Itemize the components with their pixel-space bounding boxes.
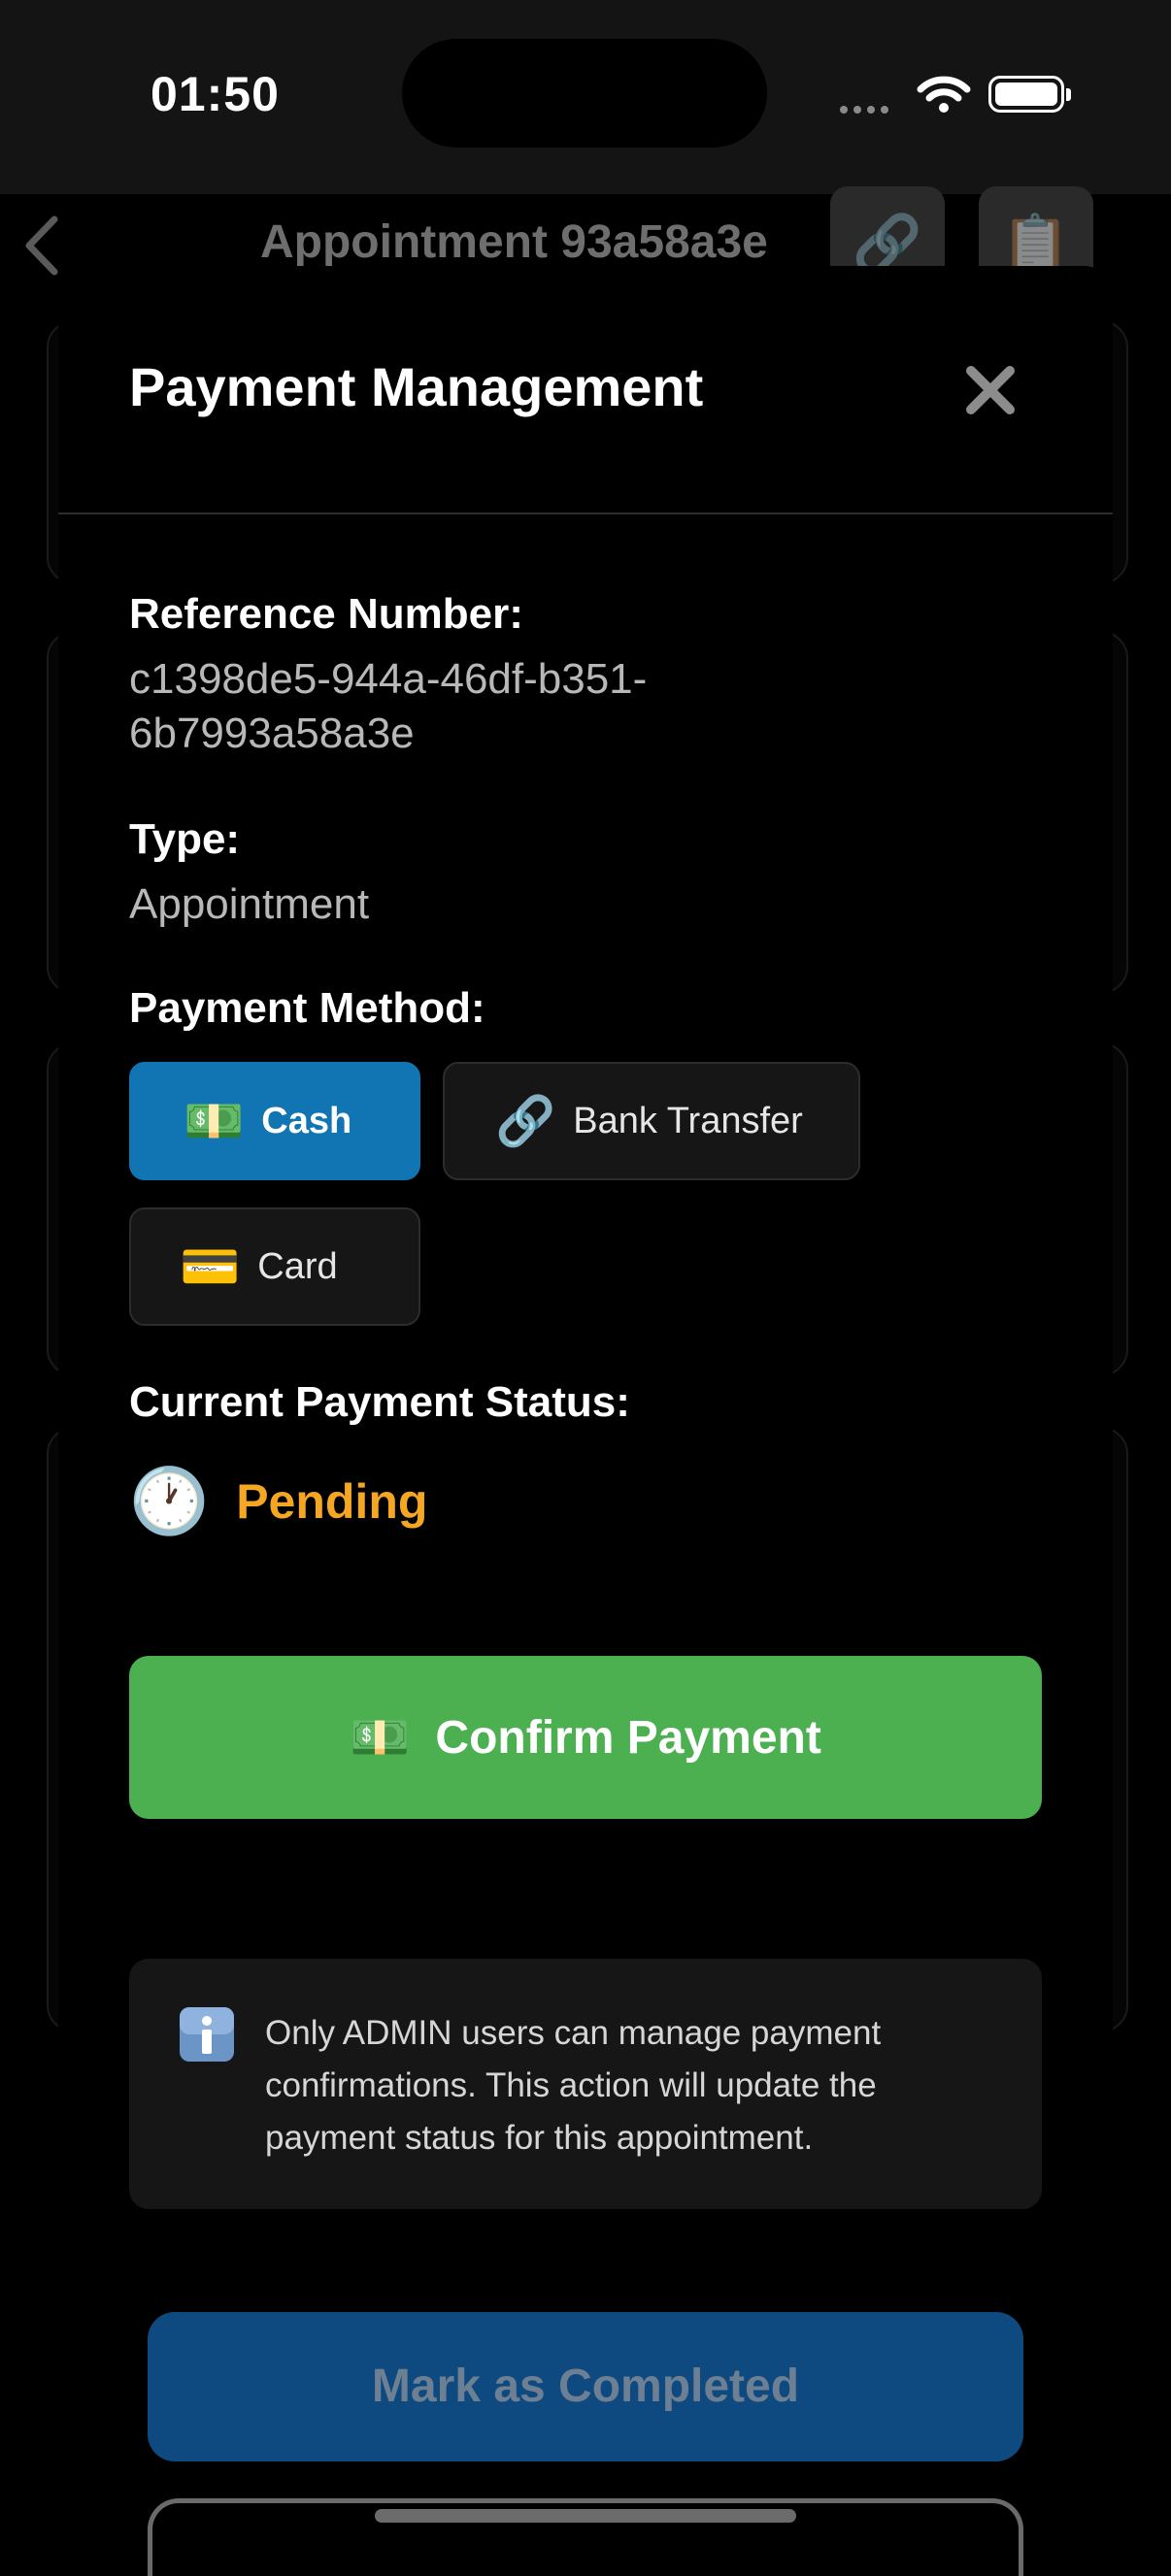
info-icon bbox=[180, 2007, 234, 2062]
info-notice: Only ADMIN users can manage payment conf… bbox=[129, 1959, 1042, 2209]
chevron-left-icon[interactable] bbox=[19, 214, 64, 282]
home-indicator bbox=[375, 2509, 796, 2523]
wifi-icon bbox=[917, 76, 971, 119]
close-button[interactable] bbox=[959, 359, 1021, 421]
type-label: Type: bbox=[129, 815, 241, 863]
payment-status: 🕐 Pending bbox=[129, 1464, 427, 1539]
method-label: Card bbox=[257, 1245, 338, 1287]
payment-management-modal: Payment Management Reference Number: c13… bbox=[58, 266, 1113, 2246]
info-text: Only ADMIN users can manage payment conf… bbox=[265, 2014, 882, 2157]
link-icon: 🔗 bbox=[495, 1093, 556, 1148]
method-bank-transfer-button[interactable]: 🔗 Bank Transfer bbox=[443, 1062, 860, 1180]
close-icon bbox=[966, 366, 1015, 414]
battery-icon bbox=[988, 76, 1071, 113]
cash-icon: 💵 bbox=[184, 1093, 245, 1148]
clock-icon: 🕐 bbox=[129, 1465, 210, 1536]
method-card-button[interactable]: 💳 Card bbox=[129, 1207, 420, 1326]
payment-status-label: Current Payment Status: bbox=[129, 1378, 630, 1426]
cash-icon: 💵 bbox=[350, 1709, 411, 1765]
cellular-signal-icon bbox=[840, 101, 894, 118]
method-label: Cash bbox=[261, 1100, 352, 1141]
type-value: Appointment bbox=[129, 880, 370, 928]
page-title: Appointment 93a58a3e bbox=[260, 216, 768, 268]
modal-title: Payment Management bbox=[129, 356, 704, 417]
mark-completed-label: Mark as Completed bbox=[371, 2361, 800, 2412]
confirm-payment-button[interactable]: 💵 Confirm Payment bbox=[129, 1656, 1042, 1819]
reference-label: Reference Number: bbox=[129, 590, 523, 638]
card-icon: 💳 bbox=[180, 1238, 241, 1294]
method-label: Bank Transfer bbox=[573, 1100, 803, 1141]
status-bar: 01:50 bbox=[0, 0, 1171, 194]
divider bbox=[58, 512, 1113, 514]
status-time: 01:50 bbox=[151, 67, 280, 121]
status-badge: Pending bbox=[236, 1474, 428, 1529]
confirm-payment-label: Confirm Payment bbox=[435, 1711, 821, 1764]
method-cash-button[interactable]: 💵 Cash bbox=[129, 1062, 420, 1180]
mark-completed-button[interactable]: Mark as Completed bbox=[148, 2312, 1023, 2461]
dynamic-island bbox=[402, 39, 767, 148]
reference-value: c1398de5-944a-46df-b351-6b7993a58a3e bbox=[129, 655, 648, 757]
payment-method-label: Payment Method: bbox=[129, 984, 485, 1032]
